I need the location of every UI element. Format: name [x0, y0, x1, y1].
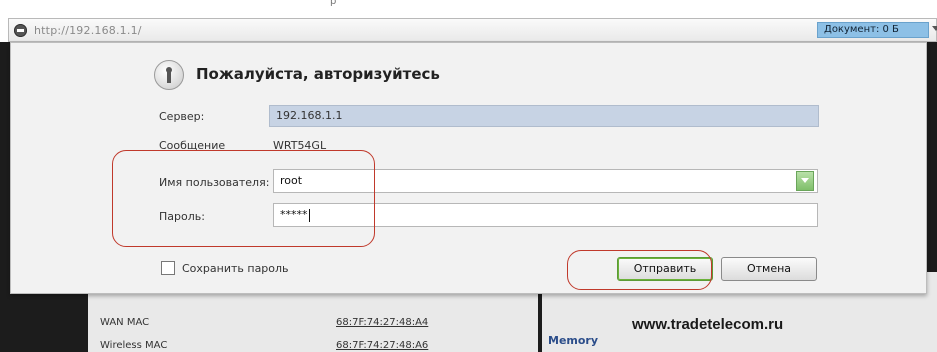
memory-heading: Memory: [548, 334, 599, 347]
lock-icon: [154, 60, 184, 90]
password-input[interactable]: *****: [273, 203, 818, 227]
document-status-badge: Документ: 0 Б: [817, 22, 929, 38]
wireless-mac-value: 68:7F:74:27:48:A6: [336, 340, 429, 351]
wan-mac-label: WAN MAC: [100, 317, 150, 328]
server-field: 192.168.1.1: [269, 105, 819, 127]
top-marker: р: [330, 0, 337, 7]
remember-password-checkbox[interactable]: [161, 261, 175, 275]
server-label: Сервер:: [159, 110, 205, 123]
username-input[interactable]: root: [273, 169, 818, 193]
address-bar[interactable]: http://192.168.1.1/ Документ: 0 Б: [8, 18, 937, 42]
username-value: root: [280, 174, 303, 187]
stop-icon[interactable]: [14, 24, 27, 37]
text-caret: [308, 208, 310, 222]
password-value: *****: [280, 208, 308, 221]
message-label: Сообщение: [159, 139, 226, 152]
dropdown-arrow-icon[interactable]: [796, 171, 814, 191]
url-text[interactable]: http://192.168.1.1/: [34, 24, 142, 37]
submit-button[interactable]: Отправить: [617, 257, 713, 281]
wireless-mac-label: Wireless MAC: [100, 340, 168, 351]
cancel-button[interactable]: Отмена: [721, 257, 817, 281]
remember-password-label[interactable]: Сохранить пароль: [182, 262, 289, 275]
status-dropdown-icon[interactable]: [932, 26, 937, 31]
dialog-title: Пожалуйста, авторизуйтесь: [196, 65, 440, 83]
watermark: www.tradetelecom.ru: [632, 316, 784, 333]
wan-mac-value: 68:7F:74:27:48:A4: [336, 317, 429, 328]
auth-dialog: Пожалуйста, авторизуйтесь Сервер: 192.16…: [10, 42, 927, 294]
username-label: Имя пользователя:: [159, 176, 270, 189]
password-label: Пароль:: [159, 210, 205, 223]
message-value: WRT54GL: [273, 139, 327, 152]
